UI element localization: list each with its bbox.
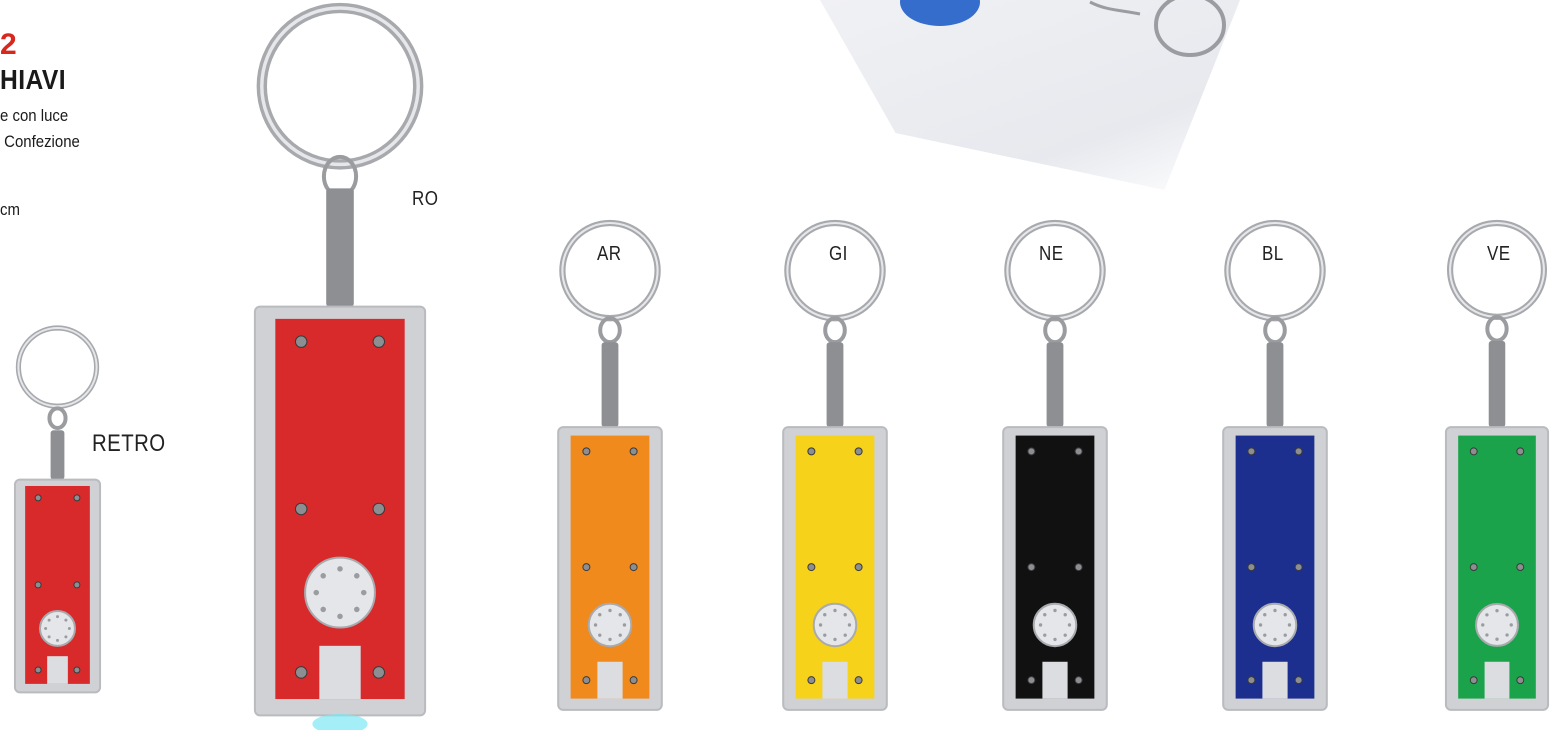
keychain-image-ar	[540, 215, 680, 720]
keychain-image-bl	[1205, 215, 1345, 720]
product-description: e con luce Confezione	[0, 103, 80, 155]
keychain-image-ve	[1428, 215, 1566, 720]
background-product-photo	[820, 0, 1240, 190]
keychain-image-retro	[0, 320, 115, 700]
keychain-image-ne	[985, 215, 1125, 720]
keychain-image-gi	[765, 215, 905, 720]
description-line-1: e con luce	[0, 106, 69, 125]
keychain-image-ro	[225, 0, 455, 730]
product-size: cm	[0, 200, 20, 219]
product-title: HIAVI	[0, 64, 67, 95]
product-code: 2	[0, 28, 17, 61]
top-keychain-partial-image	[900, 0, 1226, 57]
description-line-2: Confezione	[0, 132, 80, 151]
